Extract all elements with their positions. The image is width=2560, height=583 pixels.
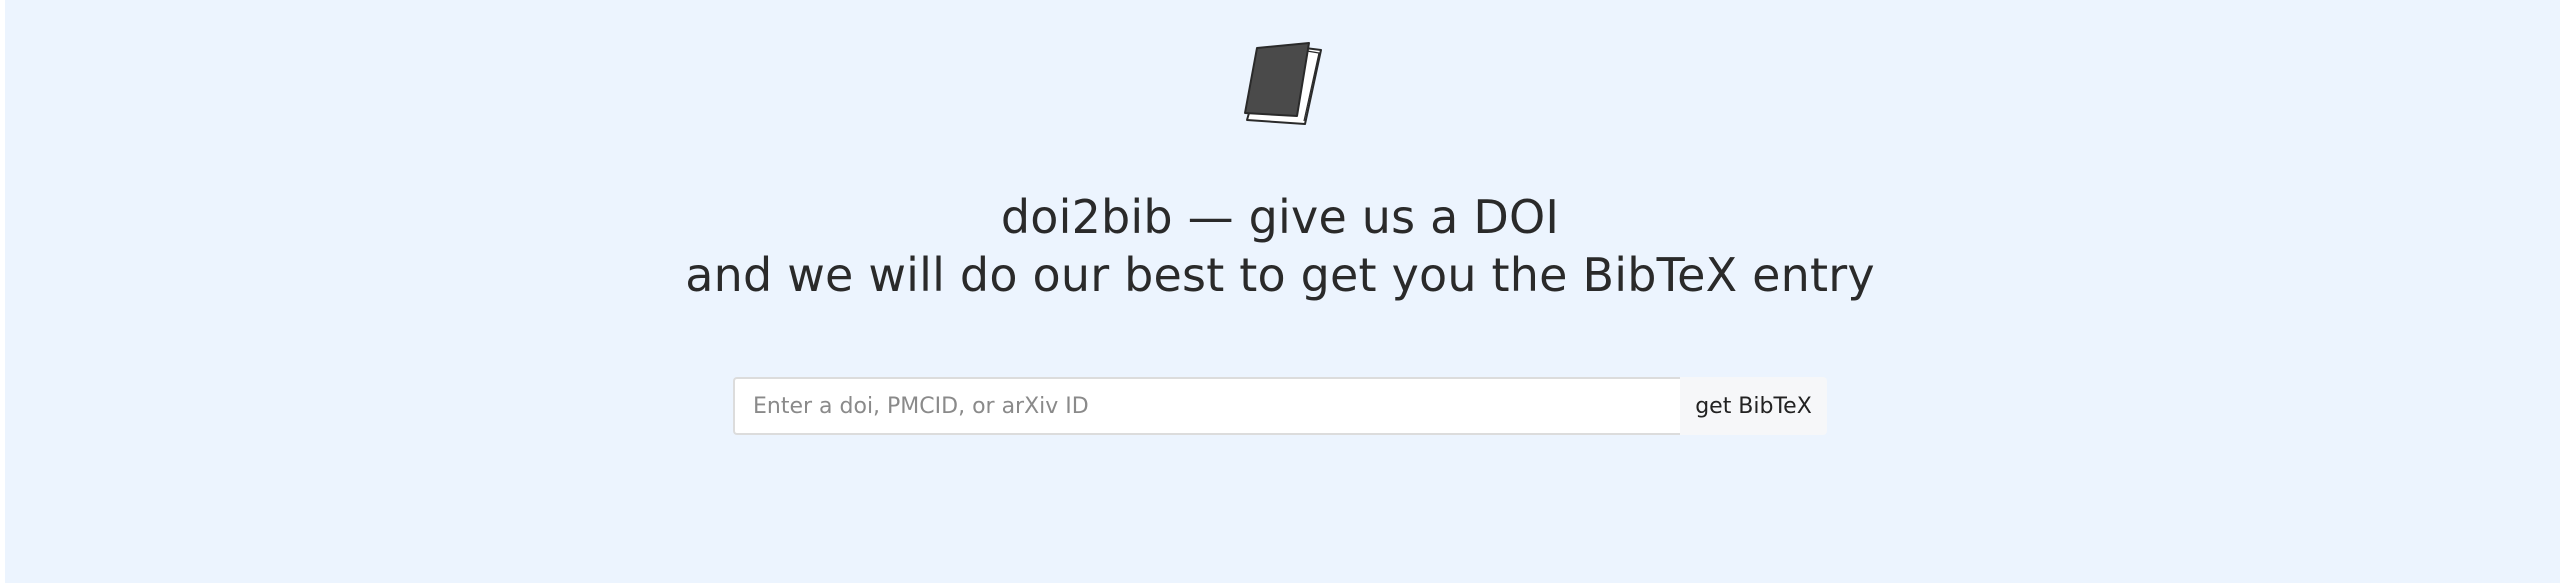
search-form: get BibTeX	[733, 377, 1827, 435]
title-line-2: and we will do our best to get you the B…	[685, 248, 1875, 302]
get-bibtex-button[interactable]: get BibTeX	[1680, 377, 1827, 435]
book-icon	[1244, 42, 1322, 125]
page-title: doi2bib — give us a DOI and we will do o…	[0, 188, 2560, 304]
doi-search-input[interactable]	[733, 377, 1680, 435]
title-line-1: doi2bib — give us a DOI	[1000, 190, 1560, 244]
